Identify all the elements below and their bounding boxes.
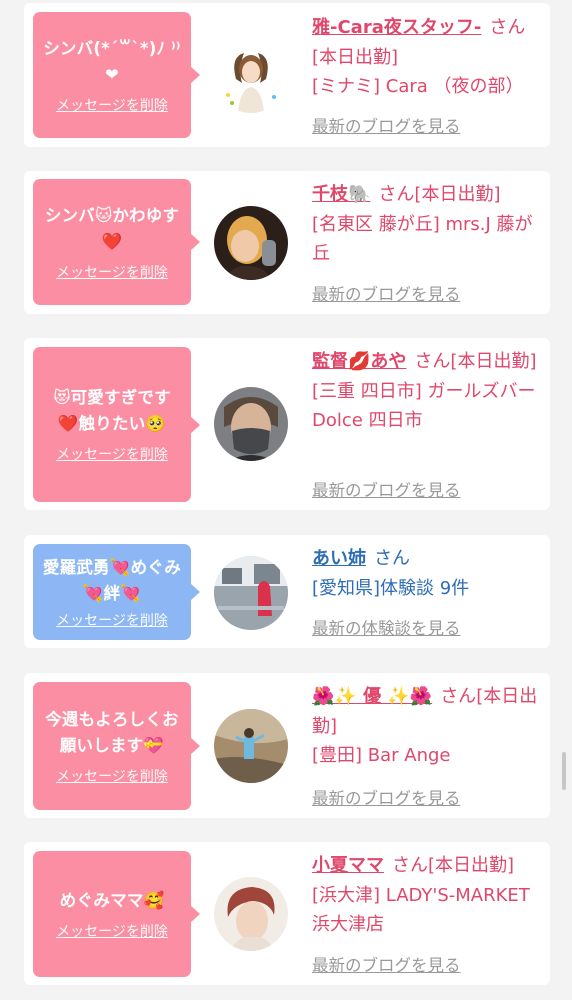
latest-blog-link[interactable]: 最新のブログを見る bbox=[312, 477, 461, 501]
shop-name: [三重 四日市] ガールズバー Dolce 四日市 bbox=[312, 380, 536, 432]
bubble-message: シンバ(*´꒳`*)ﾉ ⁾⁾❤ bbox=[43, 38, 181, 84]
honorific: さん bbox=[489, 17, 526, 38]
message-card: めぐみママ🥰 メッセージを削除 小夏ママ さん[本日出勤] [浜大津] LADY'… bbox=[24, 842, 550, 985]
message-card: 今週もよろしくお 願いします💝 メッセージを削除 🌺✨ 優 ✨🌺 さん[本日出勤] … bbox=[24, 673, 550, 818]
user-info: 小夏ママ さん[本日出勤] [浜大津] LADY'S-MARKET 浜大津店 bbox=[312, 851, 544, 940]
message-bubble: 愛羅武勇💘めぐみ 💘絆💘 メッセージを削除 bbox=[33, 544, 200, 640]
latest-blog-link[interactable]: 最新のブログを見る bbox=[312, 952, 461, 976]
delete-message-link[interactable]: メッセージを削除 bbox=[56, 921, 168, 941]
user-name-link[interactable]: あい姉 bbox=[312, 548, 366, 569]
avatar[interactable] bbox=[214, 877, 288, 951]
message-card: 😻可愛すぎです ❤️触りたい🥺 メッセージを削除 監督💋あや さん[本日出勤] [三… bbox=[24, 338, 550, 510]
message-bubble: めぐみママ🥰 メッセージを削除 bbox=[33, 851, 200, 977]
message-bubble: 😻可愛すぎです ❤️触りたい🥺 メッセージを削除 bbox=[33, 347, 200, 502]
work-status: [本日出勤] bbox=[428, 855, 515, 876]
honorific: さん bbox=[392, 855, 428, 876]
bubble-message: 愛羅武勇💘めぐみ 💘絆💘 bbox=[42, 557, 182, 603]
user-name-link[interactable]: 千枝🐘 bbox=[312, 184, 370, 205]
shop-name: [浜大津] LADY'S-MARKET 浜大津店 bbox=[312, 884, 530, 936]
bubble-message: 😻可愛すぎです ❤️触りたい🥺 bbox=[53, 388, 171, 433]
message-card: シンバ(*´꒳`*)ﾉ ⁾⁾❤ メッセージを削除 雅-Cara夜スタッフ- さん [… bbox=[24, 3, 550, 147]
honorific: さん bbox=[378, 184, 415, 205]
work-status: [本日出勤] bbox=[450, 351, 537, 372]
delete-message-link[interactable]: メッセージを削除 bbox=[56, 444, 168, 464]
message-card: シンバ🐱かわゆす ❤️ メッセージを削除 千枝🐘 さん[本日出勤] [名東区 藤が丘… bbox=[24, 171, 550, 314]
honorific: さん bbox=[414, 351, 451, 372]
bubble-message: シンバ🐱かわゆす ❤️ bbox=[44, 205, 180, 251]
shop-name: [豊田] Bar Ange bbox=[312, 745, 451, 766]
avatar[interactable] bbox=[214, 387, 288, 461]
work-status: [本日出勤] bbox=[414, 184, 501, 205]
honorific: さん bbox=[440, 686, 477, 707]
user-info: あい姉 さん [愛知県]体験談 9件 bbox=[312, 544, 544, 603]
user-info: 監督💋あや さん[本日出勤] [三重 四日市] ガールズバー Dolce 四日市 bbox=[312, 347, 544, 436]
message-bubble: シンバ🐱かわゆす ❤️ メッセージを削除 bbox=[33, 179, 200, 305]
bubble-message: 今週もよろしくお 願いします💝 bbox=[45, 709, 179, 755]
user-info: 🌺✨ 優 ✨🌺 さん[本日出勤] [豊田] Bar Ange bbox=[312, 682, 544, 771]
avatar[interactable] bbox=[214, 556, 288, 630]
honorific: さん bbox=[374, 548, 410, 569]
user-name-link[interactable]: 小夏ママ bbox=[312, 855, 384, 876]
user-info: 雅-Cara夜スタッフ- さん [本日出勤] [ミナミ] Cara （夜の部） bbox=[312, 13, 544, 102]
message-card: 愛羅武勇💘めぐみ 💘絆💘 メッセージを削除 あい姉 さん [愛知県]体験談 9件 最… bbox=[24, 535, 550, 648]
user-info: 千枝🐘 さん[本日出勤] [名東区 藤が丘] mrs.J 藤が丘 bbox=[312, 180, 544, 269]
message-bubble: シンバ(*´꒳`*)ﾉ ⁾⁾❤ メッセージを削除 bbox=[33, 12, 200, 138]
shop-name: [名東区 藤が丘] mrs.J 藤が丘 bbox=[312, 213, 533, 265]
work-status: [本日出勤] bbox=[312, 46, 399, 68]
avatar[interactable] bbox=[214, 709, 288, 783]
user-name-link[interactable]: 🌺✨ 優 ✨🌺 bbox=[312, 686, 432, 707]
message-bubble: 今週もよろしくお 願いします💝 メッセージを削除 bbox=[33, 682, 200, 810]
delete-message-link[interactable]: メッセージを削除 bbox=[56, 610, 168, 630]
latest-blog-link[interactable]: 最新のブログを見る bbox=[312, 785, 461, 809]
user-name-link[interactable]: 監督💋あや bbox=[312, 351, 406, 372]
shop-name: [ミナミ] Cara （夜の部） bbox=[312, 76, 524, 97]
delete-message-link[interactable]: メッセージを削除 bbox=[56, 766, 168, 786]
shop-name: [愛知県]体験談 9件 bbox=[312, 577, 470, 599]
delete-message-link[interactable]: メッセージを削除 bbox=[56, 95, 168, 115]
user-name-link[interactable]: 雅-Cara夜スタッフ- bbox=[312, 17, 481, 38]
latest-blog-link[interactable]: 最新のブログを見る bbox=[312, 113, 461, 137]
latest-blog-link[interactable]: 最新のブログを見る bbox=[312, 281, 461, 305]
scrollbar[interactable] bbox=[562, 752, 566, 790]
delete-message-link[interactable]: メッセージを削除 bbox=[56, 262, 168, 282]
avatar[interactable] bbox=[214, 206, 288, 280]
latest-experience-link[interactable]: 最新の体験談を見る bbox=[312, 615, 461, 639]
avatar[interactable] bbox=[214, 39, 288, 113]
bubble-message: めぐみママ🥰 bbox=[59, 890, 165, 910]
